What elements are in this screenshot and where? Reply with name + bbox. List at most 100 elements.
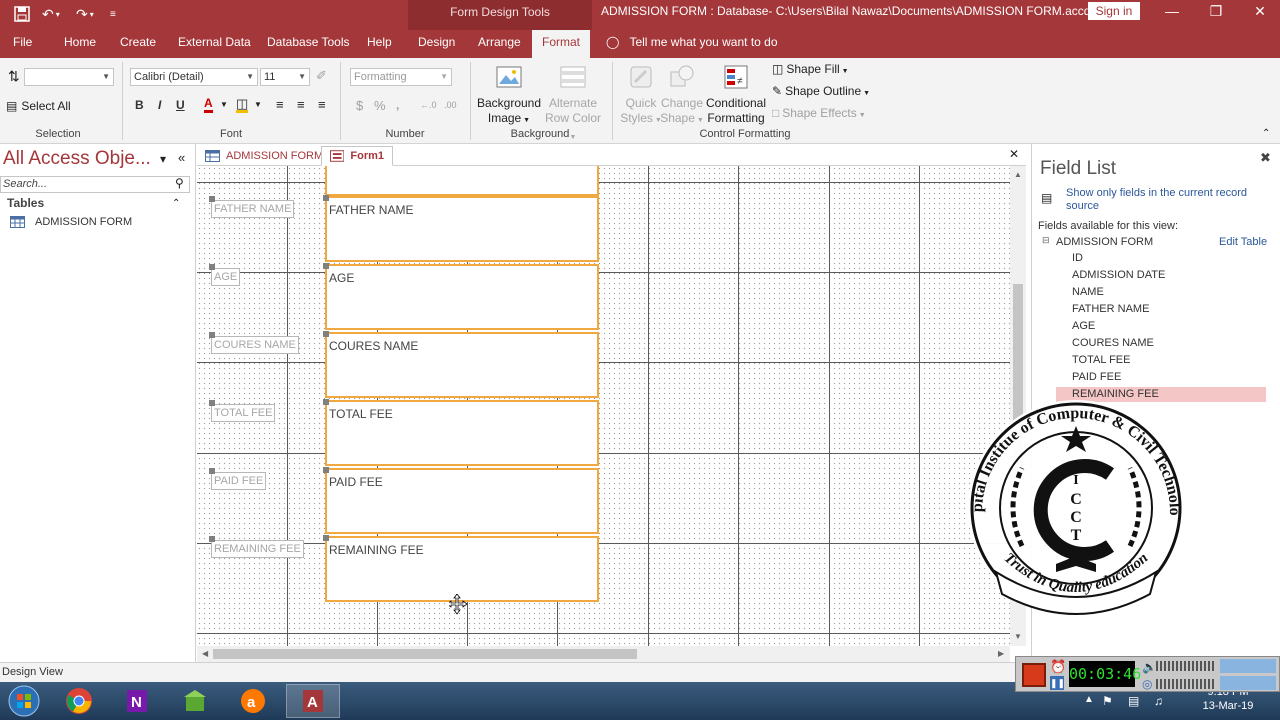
field-item[interactable]: FATHER NAME	[1056, 302, 1266, 317]
label-father-name[interactable]: FATHER NAME	[211, 200, 295, 218]
move-handle[interactable]	[209, 468, 215, 474]
tab-arrange[interactable]: Arrange	[468, 30, 531, 58]
taskbar-app[interactable]	[168, 684, 222, 718]
quick-styles-button[interactable]: Quick Styles ▼	[618, 62, 664, 128]
speaker-level-meter[interactable]	[1156, 661, 1216, 671]
move-handle[interactable]	[323, 331, 329, 337]
minimize-icon[interactable]: —	[1162, 2, 1182, 20]
taskbar-access[interactable]: A	[286, 684, 340, 718]
show-only-fields-link[interactable]: Show only fields in the current record s…	[1066, 187, 1266, 213]
undo-icon[interactable]: ↶ ▾	[42, 4, 60, 24]
doc-tab-admission-form[interactable]: ADMISSION FORM	[197, 146, 331, 166]
collapse-ribbon-icon[interactable]: ⌃	[1262, 128, 1270, 139]
move-handle[interactable]	[323, 195, 329, 201]
move-handle[interactable]	[323, 535, 329, 541]
italic-button[interactable]: I	[158, 98, 161, 112]
increase-decimals-button[interactable]: ←.0	[420, 100, 437, 110]
label-remaining-fee[interactable]: REMAINING FEE	[211, 540, 304, 558]
pause-icon[interactable]: ❚❚	[1050, 676, 1065, 690]
background-image-button[interactable]: Background Image ▼	[476, 62, 542, 128]
network-icon[interactable]: ▤	[1128, 694, 1139, 708]
move-handle[interactable]	[209, 536, 215, 542]
percent-button[interactable]: %	[374, 98, 386, 113]
object-selector-icon[interactable]: ⇅	[8, 68, 20, 85]
nav-search-input[interactable]: Search...	[0, 176, 190, 193]
font-color-dropdown-icon[interactable]: ▼	[220, 100, 228, 109]
scroll-down-icon[interactable]: ▼	[1014, 632, 1022, 641]
recorder-toolbar-bottom[interactable]	[1220, 676, 1276, 690]
scroll-left-icon[interactable]: ◀	[202, 649, 208, 658]
shape-outline-button[interactable]: ✎ Shape Outline ▼	[772, 84, 870, 98]
label-total-fee[interactable]: TOTAL FEE	[211, 404, 276, 422]
recorder-toolbar-top[interactable]	[1220, 659, 1276, 673]
move-handle[interactable]	[323, 467, 329, 473]
textbox-father-name[interactable]: FATHER NAME	[325, 196, 599, 262]
taskbar-avast[interactable]: a	[226, 684, 280, 718]
microphone-icon[interactable]: ◎	[1142, 677, 1152, 691]
align-center-icon[interactable]: ≡	[297, 97, 305, 112]
move-handle[interactable]	[323, 399, 329, 405]
tab-help[interactable]: Help	[357, 30, 402, 58]
search-icon[interactable]: ⚲	[175, 176, 184, 190]
label-coures-name[interactable]: COURES NAME	[211, 336, 299, 354]
font-size-combo[interactable]: 11 ▼	[260, 68, 310, 86]
horizontal-scroll-thumb[interactable]	[213, 649, 637, 659]
doc-tab-form1[interactable]: Form1	[321, 146, 393, 166]
field-item[interactable]: AGE	[1056, 319, 1266, 334]
fill-color-icon[interactable]: ◫	[236, 97, 249, 113]
label-paid-fee[interactable]: PAID FEE	[211, 472, 267, 490]
nav-item-admission-form[interactable]: ADMISSION FORM	[10, 216, 132, 228]
close-icon[interactable]: ✕	[1250, 2, 1270, 20]
textbox-age[interactable]: AGE	[325, 264, 599, 330]
field-list-table-name[interactable]: ADMISSION FORM	[1056, 236, 1153, 248]
nav-menu-icon[interactable]: ▾	[160, 152, 166, 166]
close-document-icon[interactable]: ✕	[1009, 147, 1019, 161]
object-combo[interactable]: ▼	[24, 68, 114, 86]
form-design-surface[interactable]: FATHER NAME FATHER NAME AGE AGE COURES N…	[197, 166, 1010, 646]
show-hidden-icons[interactable]: ▲	[1084, 694, 1094, 705]
field-item[interactable]: TOTAL FEE	[1056, 353, 1266, 368]
scroll-right-icon[interactable]: ▶	[998, 649, 1004, 658]
tab-format[interactable]: Format	[532, 30, 591, 58]
sign-in-button[interactable]: Sign in	[1088, 2, 1140, 20]
select-all-button[interactable]: ▤ Select All	[6, 99, 71, 113]
volume-icon[interactable]: ♫	[1154, 694, 1163, 708]
decrease-decimals-button[interactable]: .00	[444, 100, 457, 110]
restore-icon[interactable]: ❐	[1206, 2, 1226, 20]
tab-external-data[interactable]: External Data	[168, 30, 261, 58]
move-handle[interactable]	[209, 196, 215, 202]
taskbar-onenote[interactable]: N	[110, 684, 164, 718]
align-right-icon[interactable]: ≡	[318, 97, 326, 112]
scroll-up-icon[interactable]: ▲	[1014, 170, 1022, 179]
field-item[interactable]: ADMISSION DATE	[1056, 268, 1266, 283]
shape-effects-button[interactable]: □ Shape Effects ▼	[772, 106, 866, 120]
move-handle[interactable]	[209, 332, 215, 338]
textbox-remaining-fee[interactable]: REMAINING FEE	[325, 536, 599, 602]
start-button[interactable]	[0, 684, 48, 718]
save-icon[interactable]	[14, 4, 30, 24]
nav-section-tables[interactable]: Tables	[7, 196, 44, 210]
nav-pane-title[interactable]: All Access Obje...	[3, 148, 151, 170]
field-item[interactable]: ID	[1056, 251, 1266, 266]
tab-design[interactable]: Design	[408, 30, 465, 58]
font-name-combo[interactable]: Calibri (Detail) ▼	[130, 68, 258, 86]
change-shape-button[interactable]: Change Shape ▼	[660, 62, 704, 128]
move-handle[interactable]	[209, 264, 215, 270]
chevron-up-icon[interactable]: ⌃	[172, 198, 180, 209]
textbox-name[interactable]	[325, 166, 599, 196]
collapse-icon[interactable]: ⊟	[1042, 235, 1050, 246]
redo-icon[interactable]: ↷ ▾	[76, 4, 94, 24]
align-left-icon[interactable]: ≡	[276, 97, 284, 112]
customize-qat-icon[interactable]: ≡	[110, 4, 116, 24]
tab-create[interactable]: Create	[110, 30, 166, 58]
shape-fill-button[interactable]: ◫ Shape Fill ▼	[772, 62, 849, 76]
field-item[interactable]: COURES NAME	[1056, 336, 1266, 351]
textbox-coures-name[interactable]: COURES NAME	[325, 332, 599, 398]
tab-database-tools[interactable]: Database Tools	[257, 30, 360, 58]
bold-button[interactable]: B	[135, 98, 144, 112]
shutter-bar-icon[interactable]: «	[178, 150, 185, 165]
label-age[interactable]: AGE	[211, 268, 241, 286]
move-handle[interactable]	[209, 400, 215, 406]
field-item[interactable]: NAME	[1056, 285, 1266, 300]
flag-icon[interactable]: ⚑	[1102, 694, 1113, 708]
